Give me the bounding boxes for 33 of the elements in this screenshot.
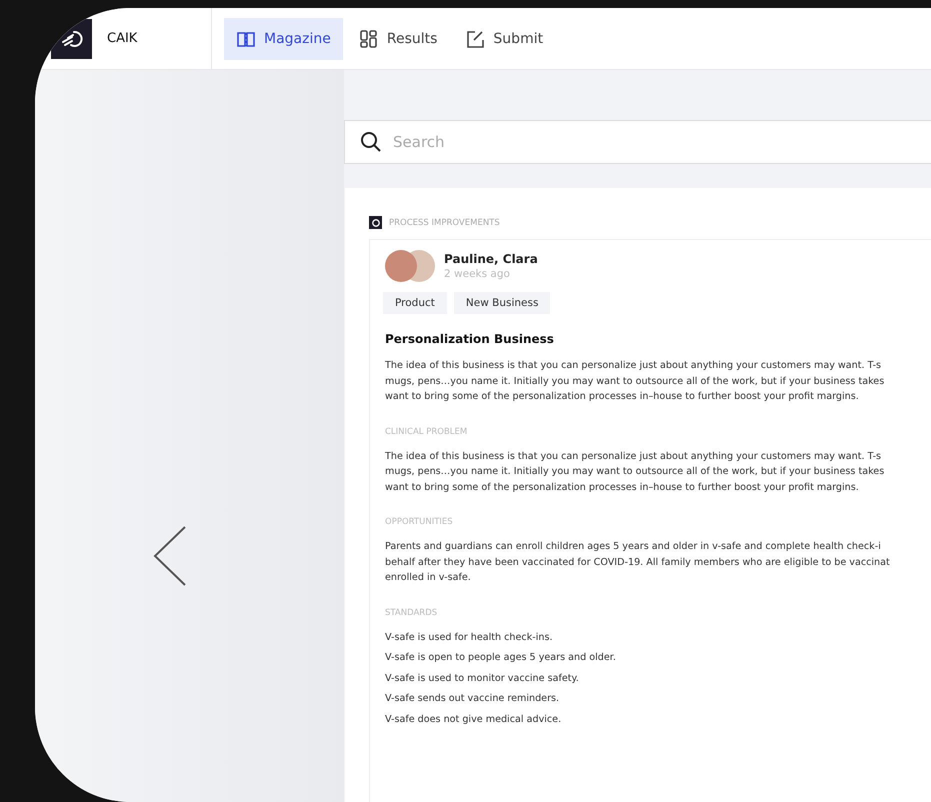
avatar: [385, 250, 417, 282]
list-item: V-safe does not give medical advice.: [385, 712, 562, 726]
text-line: Parents and guardians can enroll children ages 5 years and older in v-safe and complete health check-i: [385, 540, 882, 554]
author-names: Pauline, Clara: [444, 252, 538, 266]
category-label: PROCESS IMPROVEMENTS: [389, 218, 500, 228]
list-item: V-safe is open to people ages 5 years and older.: [385, 651, 617, 665]
article-title: Personalization Business: [385, 332, 555, 346]
text-line: The idea of this business is that you can personalize just about anything your customers may want. T-s: [385, 450, 882, 464]
grid-icon: [358, 28, 379, 48]
section-heading: CLINICAL PROBLEM: [385, 426, 468, 436]
list-item: V-safe sends out vaccine reminders.: [385, 692, 560, 706]
nav-tab[interactable]: Magazine: [224, 18, 343, 60]
text-line: behalf after they have been vaccinated for COVID-19. All family members who are eligible to be vaccinat: [385, 556, 891, 570]
chevron-left-icon[interactable]: [152, 524, 188, 586]
section-heading: OPPORTUNITIES: [385, 517, 454, 527]
nav-tab[interactable]: Submit: [453, 18, 556, 60]
list-item: V-safe is used for health check-ins.: [385, 630, 554, 644]
search-field[interactable]: Search: [344, 120, 931, 164]
tag: Product: [383, 292, 447, 314]
list-item: V-safe is used to monitor vaccine safety.: [385, 672, 580, 686]
text-line: enrolled in v-safe.: [385, 571, 472, 585]
text-line: The idea of this business is that you can personalize just about anything your customers may want. T-s: [385, 359, 882, 373]
logo-icon: [369, 216, 382, 229]
post-time: 2 weeks ago: [444, 268, 511, 280]
nav-tab[interactable]: Results: [346, 18, 450, 60]
edit-icon: [465, 28, 486, 48]
section-heading: STANDARDS: [385, 608, 438, 618]
text-line: want to bring some of the personalization processes in–house to further boost your profit margins.: [385, 390, 860, 404]
tag: New Business: [454, 292, 550, 314]
brand-name: CAIK: [107, 31, 138, 46]
text-line: want to bring some of the personalization processes in–house to further boost your profit margins.: [385, 480, 860, 494]
text-line: mugs, pens…you name it. Initially you may want to outsource all of the work, but if your business takes: [385, 465, 886, 479]
text-line: mugs, pens…you name it. Initially you may want to outsource all of the work, but if your business takes: [385, 374, 886, 388]
